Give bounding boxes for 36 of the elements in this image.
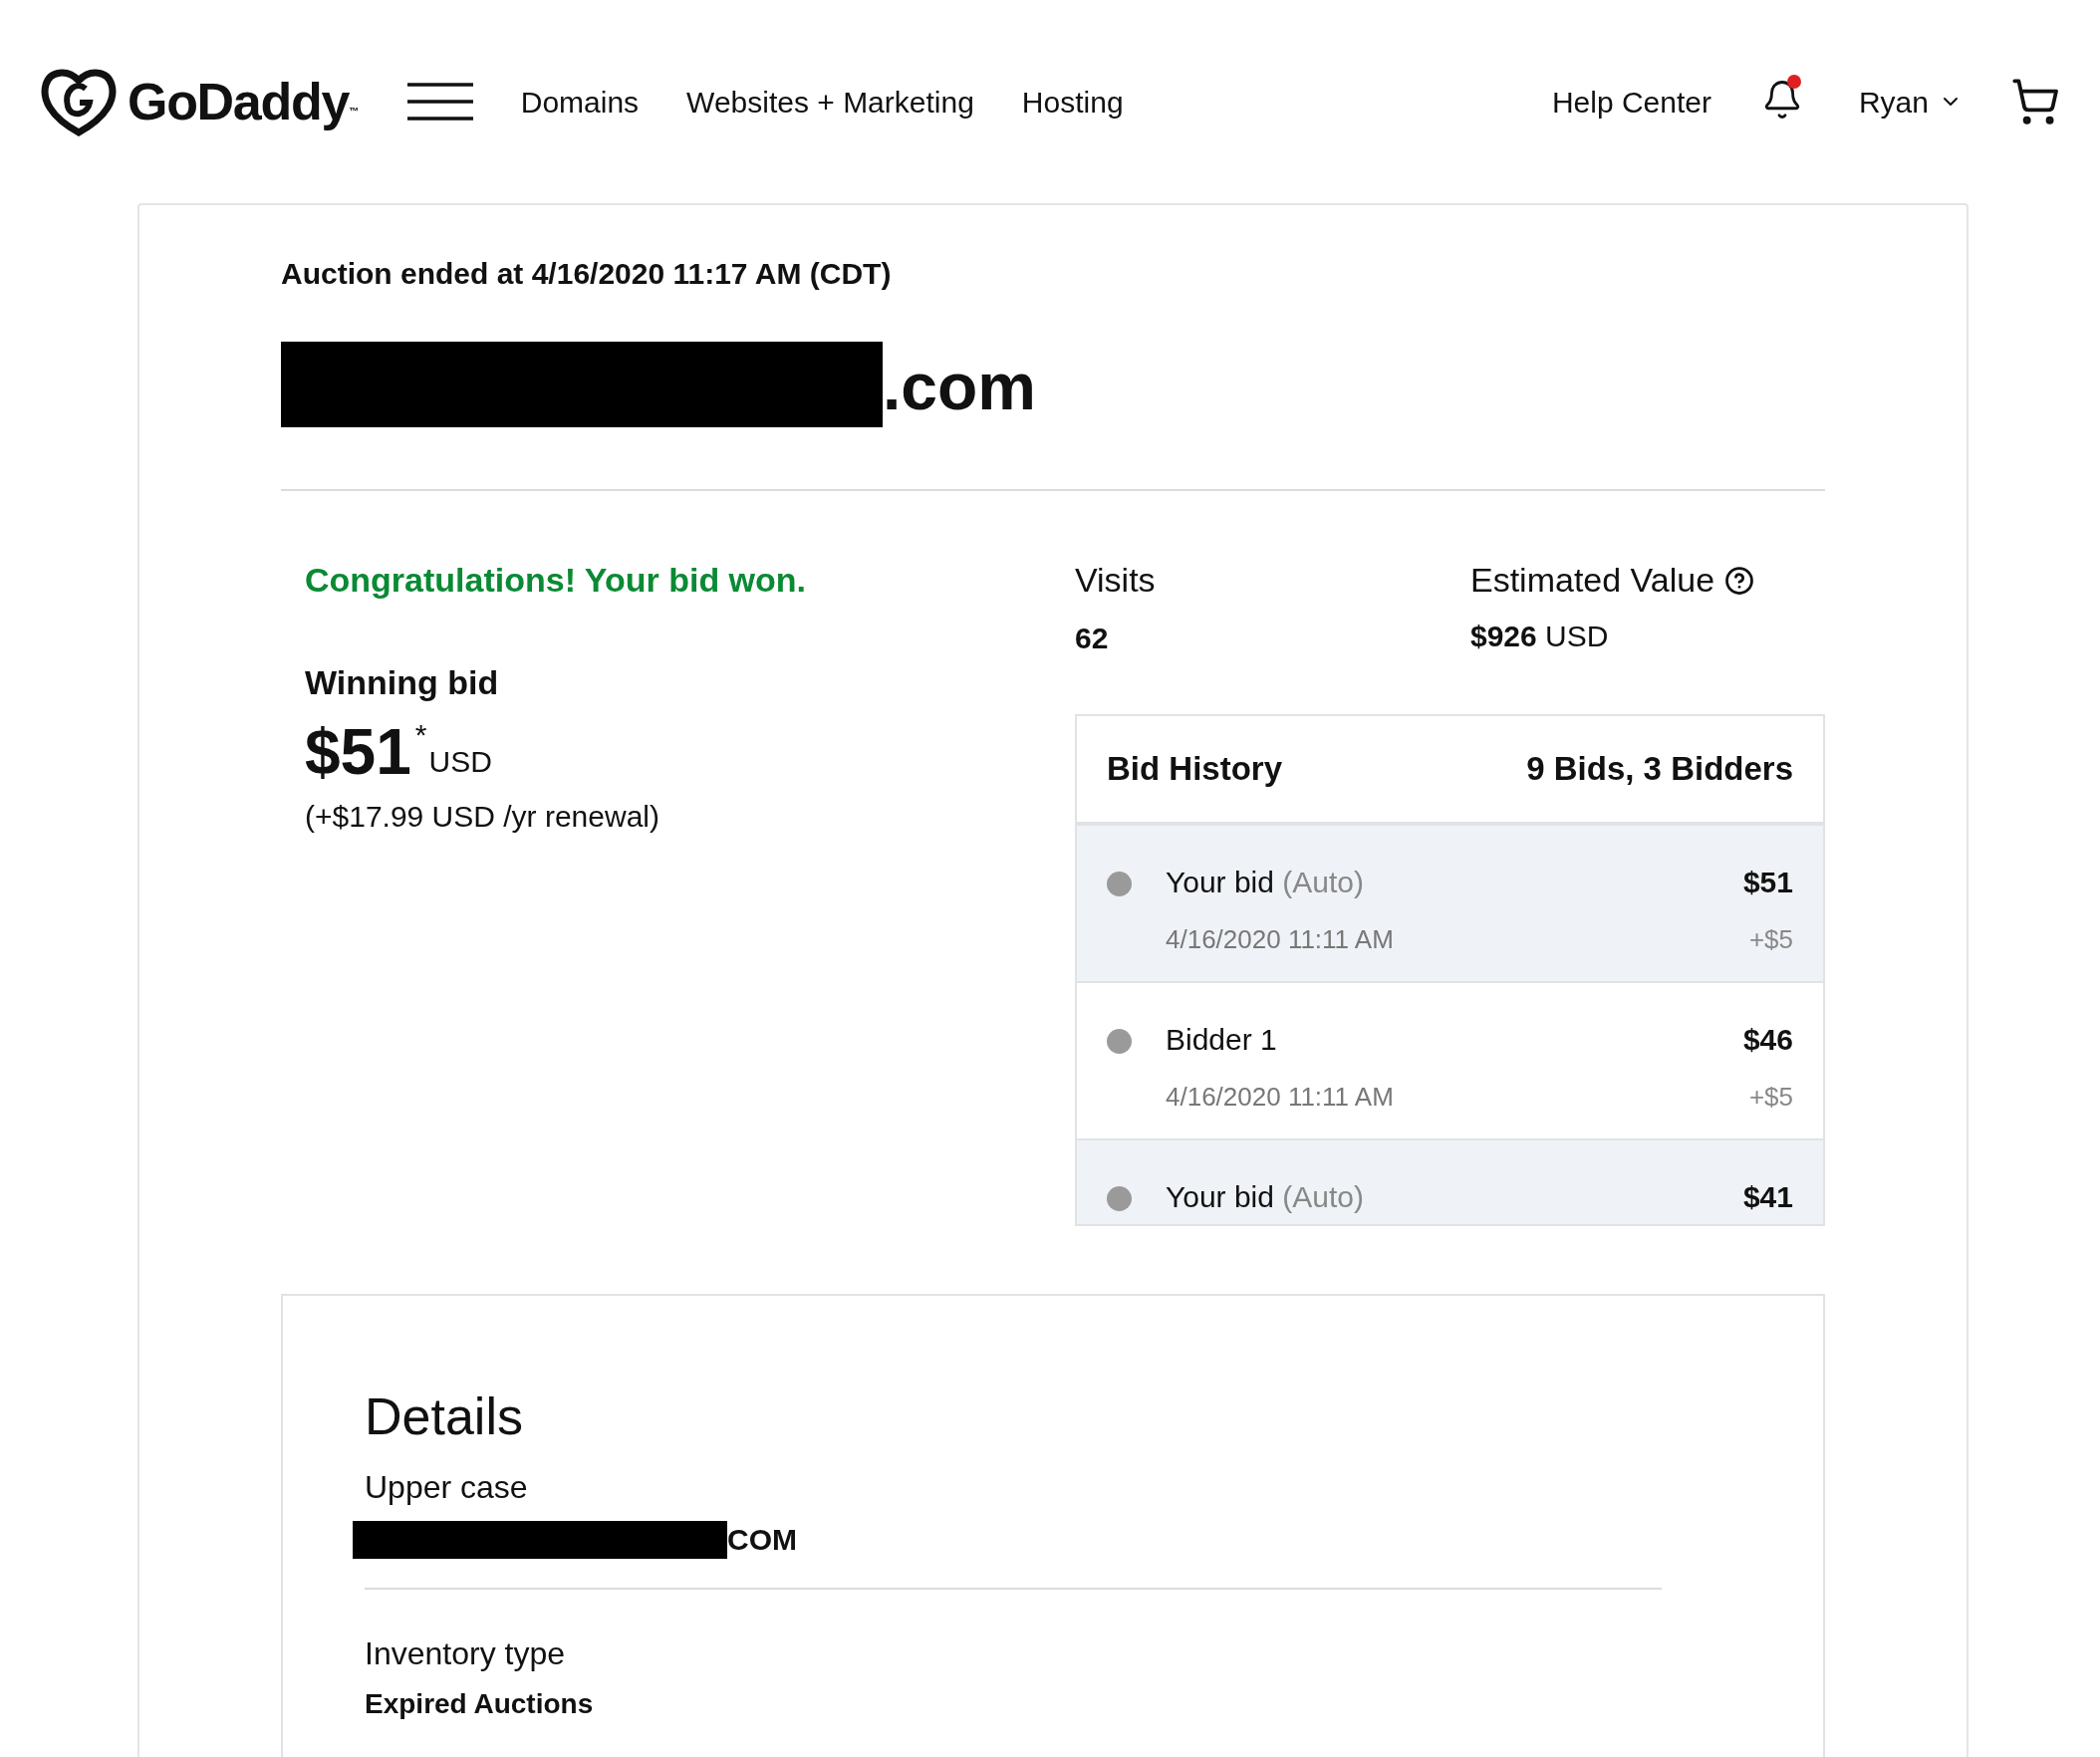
nav-link[interactable]: Websites + Marketing <box>686 79 974 125</box>
help-icon[interactable] <box>1724 565 1755 596</box>
winning-bid-label: Winning bid <box>305 662 500 703</box>
bid-increment: +$5 <box>1748 1081 1793 1114</box>
congratulations-text: Congratulations! Your bid won. <box>305 560 808 601</box>
bidder-name: Your bid (Auto) <box>1166 865 1365 900</box>
bid-summary: 9 Bids, 3 Bidders <box>1526 749 1793 790</box>
nav-link[interactable]: Domains <box>520 79 640 125</box>
bid-amount: $46 <box>1742 1022 1793 1058</box>
bid-date: 4/16/2020 11:11 AM <box>1166 1081 1394 1114</box>
detail-value: Expired Auctions <box>365 1687 594 1721</box>
details-title: Details <box>365 1386 524 1447</box>
winning-bid-amount: $51* USD <box>305 720 493 784</box>
detail-label: Upper case <box>365 1468 529 1507</box>
bid-history-title: Bid History <box>1107 749 1282 790</box>
auction-ended-text: Auction ended at 4/16/2020 11:17 AM (CDT) <box>281 256 893 292</box>
visits-label: Visits <box>1075 560 1157 601</box>
user-menu-button[interactable]: Ryan <box>1858 79 1963 125</box>
cart-icon[interactable] <box>2010 77 2060 126</box>
help-center-link[interactable]: Help Center <box>1551 79 1711 125</box>
bid-amount: $41 <box>1742 1179 1793 1215</box>
nav-link[interactable]: Hosting <box>1021 79 1124 125</box>
bid-amount: $51 <box>1742 865 1793 900</box>
bidder-name: Bidder 1 <box>1166 1022 1278 1058</box>
renewal-price: (+$17.99 USD /yr renewal) <box>305 799 660 835</box>
detail-value: COM <box>727 1522 797 1558</box>
bid-increment: +$5 <box>1748 923 1793 956</box>
logo-icon <box>40 67 118 136</box>
estimated-value-label: Estimated Value <box>1470 560 1715 601</box>
detail-label: Inventory type <box>365 1634 566 1673</box>
menu-icon[interactable] <box>406 82 473 122</box>
bid-date: 4/16/2020 11:11 AM <box>1166 923 1394 956</box>
estimated-value: $926 USD <box>1470 619 1610 654</box>
visits-value: 62 <box>1075 621 1110 656</box>
domain-name: .com <box>883 354 1037 419</box>
bidder-name: Your bid (Auto) <box>1166 1179 1364 1215</box>
